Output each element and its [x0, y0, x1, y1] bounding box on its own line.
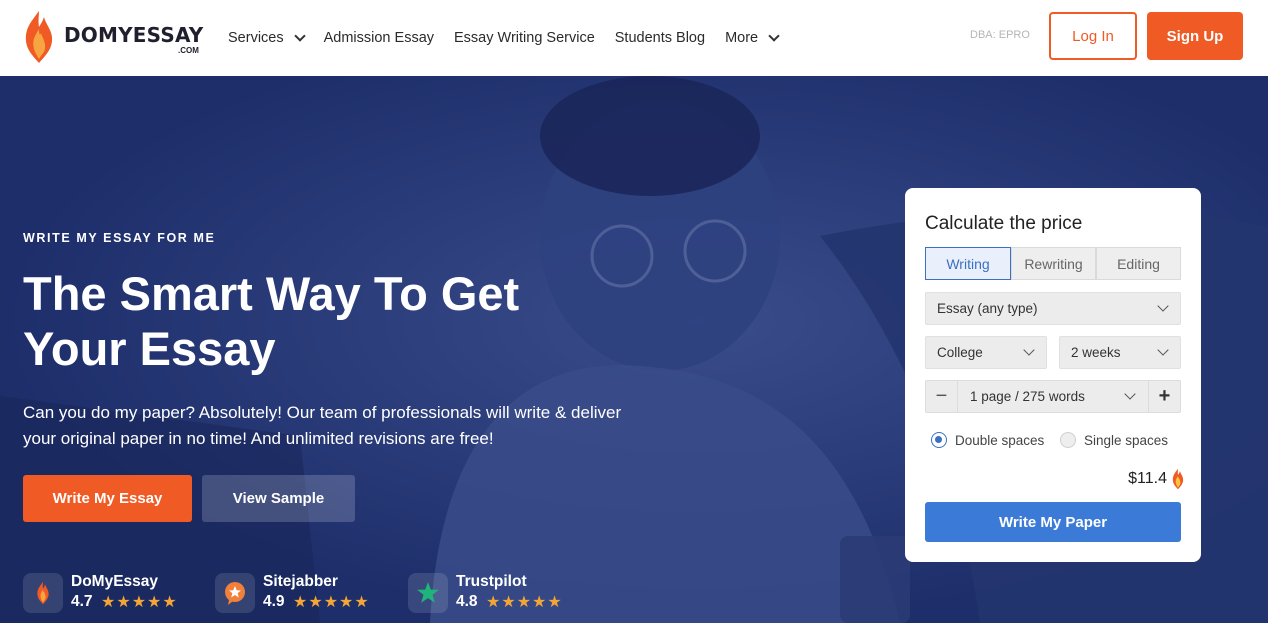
decrease-pages-button[interactable]: −: [926, 381, 958, 412]
nav-item-services[interactable]: Services: [228, 30, 306, 46]
nav-item-label: More: [725, 30, 759, 46]
pages-value[interactable]: 1 page / 275 words: [970, 389, 1085, 404]
pages-stepper: − 1 page / 275 words +: [925, 380, 1181, 413]
review-score: 4.7: [71, 593, 93, 610]
academic-level-value: College: [937, 345, 983, 360]
nav-item-label: Students Blog: [614, 30, 706, 46]
nav-item-label: Admission Essay: [323, 30, 435, 46]
signup-button[interactable]: Sign Up: [1147, 12, 1243, 60]
review-site-name: Sitejabber: [263, 573, 338, 590]
main-menu: Services Admission Essay Essay Writing S…: [228, 0, 798, 76]
deadline-select[interactable]: 2 weeks: [1059, 336, 1181, 369]
increase-pages-button[interactable]: +: [1148, 381, 1180, 412]
price-calculator: Calculate the price Writing Rewriting Ed…: [905, 188, 1201, 562]
chevron-down-icon: [293, 30, 306, 42]
nav-item-label: Services: [228, 30, 284, 46]
review-site-name: DoMyEssay: [71, 573, 159, 590]
hero-headline: The Smart Way To Get Your Essay: [23, 267, 520, 375]
radio-unchecked-icon: [1060, 432, 1076, 448]
tab-rewriting[interactable]: Rewriting: [1011, 247, 1096, 280]
academic-level-select[interactable]: College: [925, 336, 1047, 369]
chevron-down-icon: [1157, 344, 1169, 356]
radio-label: Single spaces: [1084, 432, 1169, 448]
nav-item-more[interactable]: More: [725, 30, 780, 46]
price-value: $11.4: [1128, 470, 1167, 487]
nav-item-essay-writing-service[interactable]: Essay Writing Service: [454, 30, 595, 46]
hero-eyebrow: WRITE MY ESSAY FOR ME: [23, 231, 216, 245]
paper-type-select[interactable]: Essay (any type): [925, 292, 1181, 325]
review-site-name: Trustpilot: [456, 573, 527, 590]
brand-name: DOMYESSAY: [64, 23, 204, 47]
tab-editing[interactable]: Editing: [1096, 247, 1181, 280]
view-sample-button[interactable]: View Sample: [202, 475, 355, 522]
flame-logo-icon: [25, 11, 53, 63]
hero-subtext: Can you do my paper? Absolutely! Our tea…: [23, 403, 622, 448]
domyessay-flame-icon: [23, 573, 63, 613]
flame-icon: [1172, 468, 1184, 490]
brand-logo[interactable]: DOMYESSAY .COM: [22, 9, 212, 65]
write-my-essay-button[interactable]: Write My Essay: [23, 475, 192, 522]
chevron-down-icon[interactable]: [1124, 388, 1136, 400]
chevron-down-icon: [1157, 300, 1169, 312]
sitejabber-icon: [215, 573, 255, 613]
nav-item-students-blog[interactable]: Students Blog: [615, 30, 705, 46]
nav-item-admission-essay[interactable]: Admission Essay: [324, 30, 434, 46]
service-tabs: Writing Rewriting Editing: [925, 247, 1181, 280]
rating-stars: ★★★★★: [486, 594, 563, 611]
spacing-single-radio[interactable]: Single spaces: [1060, 432, 1168, 448]
rating-stars: ★★★★★: [101, 594, 178, 611]
radio-label: Double spaces: [955, 432, 1045, 448]
deadline-value: 2 weeks: [1071, 345, 1121, 360]
radio-checked-icon: [931, 432, 947, 448]
review-score: 4.8: [456, 593, 478, 610]
brand-suffix: .COM: [178, 46, 199, 55]
top-navbar: DOMYESSAY .COM Services Admission Essay …: [0, 0, 1268, 76]
rating-stars: ★★★★★: [293, 594, 370, 611]
trustpilot-star-icon: [408, 573, 448, 613]
calculator-title: Calculate the price: [925, 213, 1083, 234]
write-my-paper-button[interactable]: Write My Paper: [925, 502, 1181, 542]
chevron-down-icon: [1023, 344, 1035, 356]
dba-label: DBA: EPRO: [970, 29, 1030, 41]
nav-item-label: Essay Writing Service: [454, 30, 595, 46]
login-button[interactable]: Log In: [1049, 12, 1137, 60]
tab-writing[interactable]: Writing: [925, 247, 1011, 280]
paper-type-value: Essay (any type): [937, 301, 1038, 316]
review-score: 4.9: [263, 593, 285, 610]
chevron-down-icon: [768, 30, 780, 42]
spacing-double-radio[interactable]: Double spaces: [931, 432, 1044, 448]
